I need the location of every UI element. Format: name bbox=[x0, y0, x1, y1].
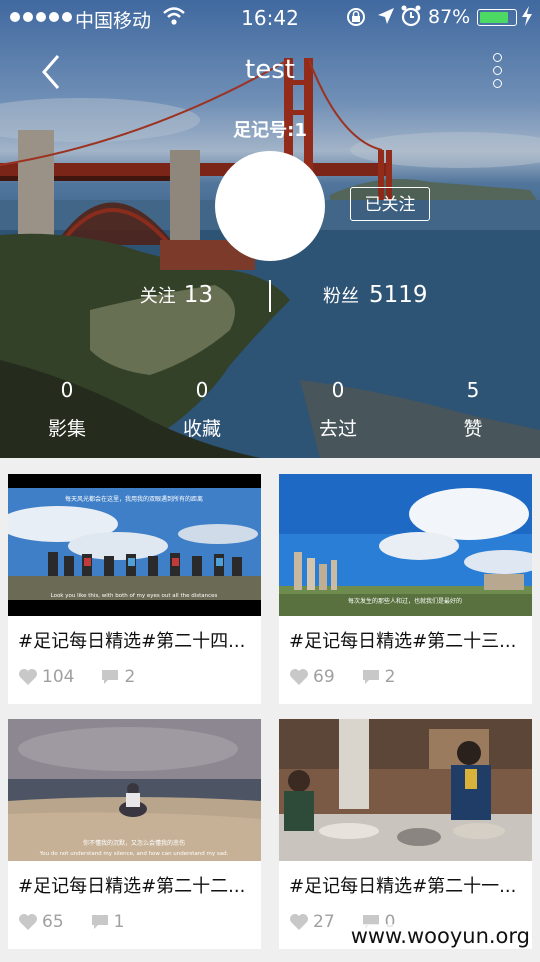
like-count: 104 bbox=[42, 667, 75, 687]
heart-icon[interactable] bbox=[18, 668, 38, 686]
stat-label: 去过 bbox=[318, 418, 357, 440]
stat-likes[interactable]: 5赞 bbox=[423, 378, 523, 441]
post-title: #足记每日精选#第二十三... bbox=[289, 631, 517, 652]
stat-label: 影集 bbox=[47, 418, 86, 440]
image-caption-cn: 你不懂我的沉默，又怎么会懂我的悲伤 bbox=[83, 839, 185, 847]
post-meta: 65 1 bbox=[18, 912, 124, 932]
stat-value: 0 bbox=[195, 378, 209, 402]
post-image: 每天风光都会在这里，我用我的双眼遇到所有的距离 Look you like th… bbox=[8, 474, 261, 616]
comment-icon[interactable] bbox=[100, 668, 120, 686]
image-caption-cn: 每次发生的那些人和过，也就我们是最好的 bbox=[348, 597, 462, 605]
following-label: 关注 bbox=[139, 286, 176, 307]
post-title: #足记每日精选#第二十四... bbox=[18, 631, 246, 652]
stat-visited[interactable]: 0 去过 bbox=[288, 378, 388, 441]
page-title: test bbox=[245, 55, 295, 85]
battery-icon bbox=[477, 9, 517, 26]
comment-count: 2 bbox=[384, 667, 396, 687]
fans-label: 粉丝 bbox=[323, 286, 359, 307]
post-title: #足记每日精选#第二十二... bbox=[18, 876, 246, 897]
comment-count: 2 bbox=[124, 667, 136, 687]
battery-percent: 87% bbox=[428, 6, 471, 28]
comment-icon[interactable] bbox=[361, 668, 381, 686]
rotation-lock-icon bbox=[345, 6, 367, 33]
comment-icon[interactable] bbox=[90, 913, 110, 931]
post-card[interactable]: 你不懂我的沉默，又怎么会懂我的悲伤 You do not understand … bbox=[8, 719, 261, 949]
stat-label: 赞 bbox=[463, 418, 483, 440]
image-caption-en: Look you like this, with both of my eyes… bbox=[51, 593, 218, 599]
alarm-icon bbox=[400, 4, 422, 33]
image-caption-en: You do not understand my silence, and ho… bbox=[39, 851, 229, 857]
stat-value: 0 bbox=[331, 378, 345, 402]
heart-icon[interactable] bbox=[289, 668, 309, 686]
like-count: 65 bbox=[42, 912, 64, 932]
stat-value: 0 bbox=[60, 378, 74, 402]
divider bbox=[269, 280, 271, 312]
watermark: www.wooyun.org bbox=[350, 924, 530, 948]
stat-value: 5 bbox=[466, 378, 480, 402]
account-id: 足记号:1 bbox=[233, 120, 307, 141]
like-count: 27 bbox=[313, 912, 335, 932]
image-caption-cn: 每天风光都会在这里，我用我的双眼遇到所有的距离 bbox=[65, 495, 203, 503]
post-meta: 69 2 bbox=[289, 667, 395, 687]
post-meta: 104 2 bbox=[18, 667, 135, 687]
stat-favorites[interactable]: 0 收藏 bbox=[152, 378, 252, 441]
heart-icon[interactable] bbox=[289, 913, 309, 931]
post-title: #足记每日精选#第二十一... bbox=[289, 876, 517, 897]
following-count[interactable]: 关注 13 bbox=[140, 282, 213, 308]
post-card[interactable]: 每次发生的那些人和过，也就我们是最好的 #足记每日精选#第二十三... 69 2 bbox=[279, 474, 532, 704]
post-image bbox=[279, 719, 532, 861]
fans-value: 5119 bbox=[369, 282, 428, 308]
post-card[interactable]: #足记每日精选#第二十一... 27 0 bbox=[279, 719, 532, 949]
more-options-icon[interactable] bbox=[485, 50, 509, 92]
post-image: 你不懂我的沉默，又怎么会懂我的悲伤 You do not understand … bbox=[8, 719, 261, 861]
like-count: 69 bbox=[313, 667, 335, 687]
heart-icon[interactable] bbox=[18, 913, 38, 931]
comment-count: 1 bbox=[113, 912, 125, 932]
post-image: 每次发生的那些人和过，也就我们是最好的 bbox=[279, 474, 532, 616]
stat-label: 收藏 bbox=[182, 418, 221, 440]
status-bar: 中国移动 16:42 87% bbox=[0, 0, 540, 36]
location-icon bbox=[376, 5, 396, 32]
stat-albums[interactable]: 0 影集 bbox=[17, 378, 117, 441]
avatar[interactable] bbox=[215, 151, 325, 261]
charging-icon bbox=[520, 5, 534, 32]
following-value: 13 bbox=[183, 282, 213, 308]
followed-button[interactable]: 已关注 bbox=[350, 187, 430, 221]
post-card[interactable]: 每天风光都会在这里，我用我的双眼遇到所有的距离 Look you like th… bbox=[8, 474, 261, 704]
fans-count[interactable]: 粉丝 5119 bbox=[323, 282, 428, 308]
